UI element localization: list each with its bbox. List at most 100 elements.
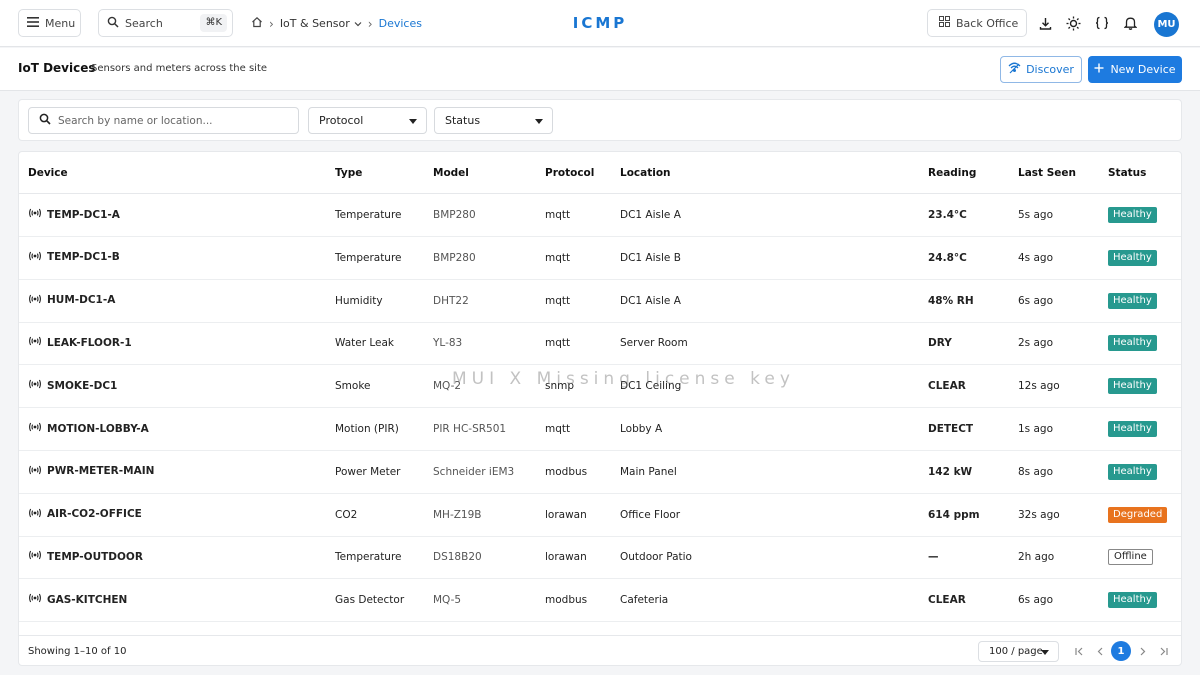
device-name[interactable]: SMOKE-DC1 — [47, 380, 117, 392]
device-cell: PWR-METER-MAIN — [28, 465, 154, 478]
protocol-cell: mqtt — [545, 423, 571, 435]
sensor-signal-icon — [28, 379, 42, 392]
global-search-button[interactable]: Search ⌘K — [98, 9, 233, 37]
status-badge: Healthy — [1108, 592, 1157, 609]
type-cell: Temperature — [335, 209, 402, 221]
model-cell: DS18B20 — [433, 551, 482, 564]
device-search-field[interactable] — [28, 107, 299, 134]
dropdown-arrow-icon — [535, 119, 543, 124]
table-row[interactable]: HUM-DC1-A Humidity DHT22 mqtt DC1 Aisle A 48%… — [19, 280, 1181, 323]
table-row[interactable]: AIR-CO2-OFFICE CO2 MH-Z19B lorawan Office Fl… — [19, 494, 1181, 537]
grid-icon — [939, 16, 950, 30]
device-cell: SMOKE-DC1 — [28, 379, 117, 392]
last-seen-cell: 1s ago — [1018, 423, 1054, 435]
dropdown-arrow-icon — [1041, 650, 1049, 655]
type-cell: Smoke — [335, 380, 371, 393]
reading-cell: CLEAR — [928, 594, 966, 607]
column-header-reading[interactable]: Reading — [928, 167, 976, 179]
column-header-device[interactable]: Device — [28, 167, 68, 179]
protocol-select[interactable]: Protocol — [308, 107, 427, 134]
status-badge: Healthy — [1108, 249, 1157, 266]
page-subtitle: Sensors and meters across the site — [91, 63, 268, 74]
last-seen-cell: 2s ago — [1018, 337, 1054, 350]
last-seen-cell: 4s ago — [1018, 251, 1054, 264]
sensor-signal-icon — [28, 251, 42, 264]
model-cell: DHT22 — [433, 294, 469, 307]
current-page-button[interactable]: 1 — [1111, 641, 1131, 661]
column-header-type[interactable]: Type — [335, 167, 362, 179]
table-row[interactable]: LEAK-FLOOR-1 Water Leak YL-83 mqtt Server Ro… — [19, 322, 1181, 366]
reading-cell: DRY — [928, 337, 952, 350]
first-page-icon[interactable] — [1069, 641, 1089, 661]
sensor-signal-icon — [28, 465, 42, 478]
table-row[interactable]: GAS-KITCHEN Gas Detector MQ-5 modbus Cafeter… — [19, 579, 1181, 623]
table-row[interactable]: TEMP-OUTDOOR Temperature DS18B20 lorawan Out… — [19, 536, 1181, 580]
discover-button[interactable]: Discover — [1000, 56, 1082, 83]
status-select[interactable]: Status — [434, 107, 553, 134]
download-icon[interactable] — [1036, 14, 1054, 32]
device-name[interactable]: PWR-METER-MAIN — [47, 465, 154, 477]
back-office-button[interactable]: Back Office — [927, 9, 1027, 37]
table-row[interactable]: MOTION-LOBBY-A Motion (PIR) PIR HC-SR501 mq… — [19, 408, 1181, 451]
theme-toggle-icon[interactable] — [1064, 14, 1082, 32]
table-footer: Showing 1–10 of 10 100 / page 1 — [19, 635, 1181, 665]
status-badge: Healthy — [1108, 378, 1157, 395]
type-cell: Motion (PIR) — [335, 423, 399, 435]
new-device-button[interactable]: New Device — [1088, 56, 1182, 83]
column-header-location[interactable]: Location — [620, 167, 671, 179]
status-badge: Healthy — [1108, 463, 1157, 480]
column-header-model[interactable]: Model — [433, 167, 469, 179]
breadcrumb-separator: › — [269, 16, 274, 31]
device-name[interactable]: TEMP-DC1-A — [47, 209, 120, 221]
model-cell: PIR HC-SR501 — [433, 423, 507, 435]
location-cell: Cafeteria — [620, 594, 669, 607]
user-avatar[interactable]: MU — [1154, 12, 1179, 37]
column-header-protocol[interactable]: Protocol — [545, 167, 594, 179]
type-cell: Gas Detector — [335, 594, 405, 607]
reading-cell: 142 kW — [928, 465, 973, 478]
device-cell: TEMP-OUTDOOR — [28, 550, 143, 563]
code-icon[interactable] — [1093, 14, 1111, 32]
sensor-signal-icon — [28, 422, 42, 435]
model-cell: MH-Z19B — [433, 508, 482, 521]
table-row[interactable]: PWR-METER-MAIN Power Meter Schneider iEM3 m… — [19, 451, 1181, 494]
next-page-icon[interactable] — [1132, 641, 1152, 661]
device-name[interactable]: TEMP-OUTDOOR — [47, 551, 143, 563]
location-cell: DC1 Aisle B — [620, 251, 681, 264]
column-header-last-seen[interactable]: Last Seen — [1018, 167, 1076, 179]
reading-cell: 24.8°C — [928, 251, 967, 264]
home-icon[interactable] — [251, 16, 263, 31]
page-size-select[interactable]: 100 / page — [978, 641, 1059, 662]
breadcrumb-section[interactable]: IoT & Sensor — [280, 17, 362, 30]
table-row[interactable]: TEMP-DC1-B Temperature BMP280 mqtt DC1 Aisle… — [19, 237, 1181, 280]
previous-page-icon[interactable] — [1090, 641, 1110, 661]
device-search-input[interactable] — [58, 114, 283, 127]
type-cell: Humidity — [335, 294, 383, 307]
status-badge: Healthy — [1108, 292, 1157, 309]
device-name[interactable]: AIR-CO2-OFFICE — [47, 508, 142, 520]
protocol-select-label: Protocol — [319, 114, 364, 127]
model-cell: Schneider iEM3 — [433, 465, 515, 478]
device-cell: TEMP-DC1-B — [28, 251, 120, 264]
device-name[interactable]: TEMP-DC1-B — [47, 251, 120, 263]
status-badge: Healthy — [1108, 207, 1157, 223]
device-name[interactable]: LEAK-FLOOR-1 — [47, 337, 132, 349]
table-row[interactable]: TEMP-DC1-A Temperature BMP280 mqtt DC1 Aisle… — [19, 194, 1181, 237]
device-name[interactable]: MOTION-LOBBY-A — [47, 423, 149, 435]
discover-label: Discover — [1026, 63, 1074, 76]
device-name[interactable]: HUM-DC1-A — [47, 294, 115, 306]
column-header-status[interactable]: Status — [1108, 167, 1146, 179]
notification-bell-icon[interactable] — [1121, 14, 1139, 32]
table-header: Device Type Model Protocol Location Read… — [19, 152, 1181, 194]
type-cell: CO2 — [335, 508, 358, 521]
location-cell: Outdoor Patio — [620, 551, 692, 564]
new-device-label: New Device — [1110, 63, 1176, 76]
menu-button[interactable]: Menu — [18, 9, 81, 37]
status-badge: Offline — [1108, 549, 1153, 566]
model-cell: BMP280 — [433, 209, 476, 221]
protocol-cell: mqtt — [545, 251, 571, 264]
device-cell: MOTION-LOBBY-A — [28, 422, 149, 435]
last-page-icon[interactable] — [1153, 641, 1173, 661]
breadcrumb-separator: › — [367, 16, 373, 31]
device-name[interactable]: GAS-KITCHEN — [47, 594, 127, 606]
